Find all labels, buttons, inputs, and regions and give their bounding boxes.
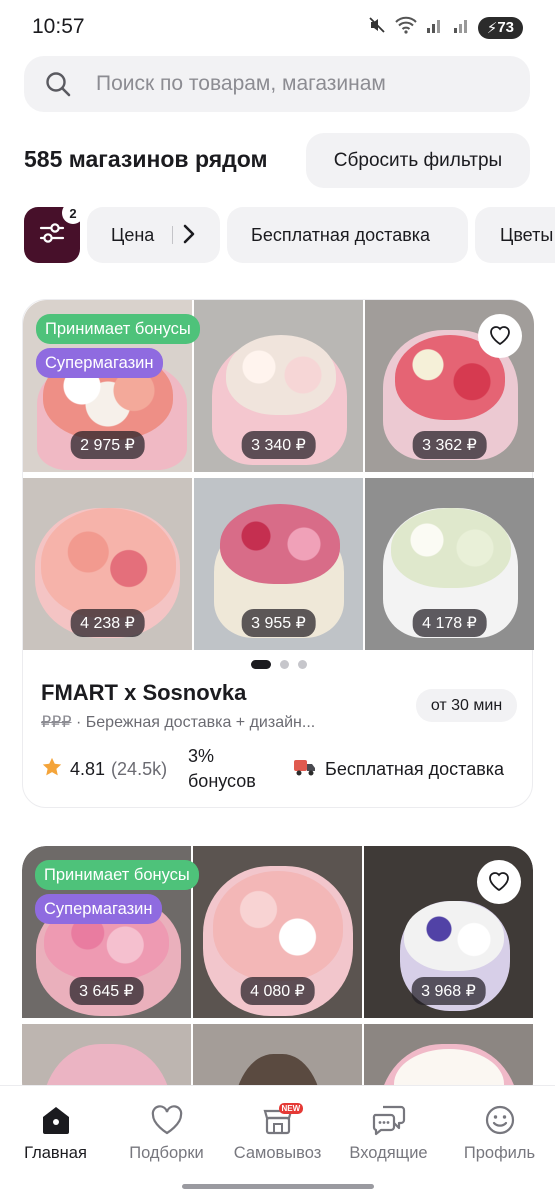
status-icons: ⚡ 73 bbox=[368, 16, 523, 39]
heart-icon bbox=[488, 324, 512, 349]
chat-bubbles-icon bbox=[371, 1102, 407, 1138]
heart-icon bbox=[150, 1102, 184, 1138]
signal-icon-2 bbox=[453, 16, 469, 39]
divider bbox=[172, 226, 173, 244]
home-indicator bbox=[182, 1184, 374, 1189]
product-tile[interactable]: 3 340 ₽ bbox=[194, 300, 363, 472]
delivery-truck-icon bbox=[293, 756, 317, 783]
new-badge: NEW bbox=[278, 1103, 304, 1114]
price-level: ₽₽₽ bbox=[41, 714, 72, 731]
product-tile[interactable]: 3 955 ₽ bbox=[194, 478, 363, 650]
rating-count: (24.5k) bbox=[111, 759, 168, 779]
reset-filters-button[interactable]: Сбросить фильтры bbox=[306, 133, 530, 188]
product-gallery[interactable]: 2 975 ₽ 3 340 ₽ 3 362 ₽ 4 238 ₽ 3 955 ₽ … bbox=[23, 300, 534, 652]
favorite-button[interactable] bbox=[477, 860, 521, 904]
delivery-eta-badge: от 30 мин bbox=[416, 689, 517, 722]
wifi-icon bbox=[395, 16, 417, 39]
active-filters-count: 2 bbox=[62, 206, 84, 224]
product-price: 3 645 ₽ bbox=[69, 977, 144, 1005]
nav-item-collections[interactable]: Подборки bbox=[111, 1102, 222, 1163]
free-delivery-info: Бесплатная доставка bbox=[293, 756, 504, 783]
product-tile[interactable]: 4 080 ₽ bbox=[193, 846, 362, 1018]
supermarket-badge: Супермагазин bbox=[35, 894, 162, 924]
product-price: 3 340 ₽ bbox=[241, 431, 316, 459]
filter-chip-price[interactable]: Цена bbox=[87, 207, 220, 263]
product-price: 3 362 ₽ bbox=[412, 431, 487, 459]
store-card[interactable]: 2 975 ₽ 3 340 ₽ 3 362 ₽ 4 238 ₽ 3 955 ₽ … bbox=[22, 299, 534, 808]
bonus-percent-label: бонусов bbox=[188, 771, 256, 791]
pagination-dot bbox=[297, 660, 307, 669]
bonus-percent-value: 3% bbox=[188, 746, 215, 766]
status-bar: 10:57 ⚡ 73 bbox=[0, 0, 555, 56]
sliders-icon bbox=[38, 219, 66, 252]
pagination-dot bbox=[279, 660, 289, 669]
signal-icon bbox=[426, 16, 444, 39]
profile-icon bbox=[483, 1102, 517, 1138]
store-tagline: · Бережная доставка + дизайн... bbox=[71, 714, 316, 731]
nav-item-inbox[interactable]: Входящие bbox=[333, 1102, 444, 1163]
product-gallery[interactable]: 3 645 ₽ 4 080 ₽ 3 968 ₽ Принимает бонусы… bbox=[22, 846, 533, 1106]
product-price: 3 955 ₽ bbox=[241, 609, 316, 637]
store-description: ₽₽₽ · Бережная доставка + дизайн... bbox=[41, 712, 315, 732]
accepts-bonuses-badge: Принимает бонусы bbox=[35, 860, 199, 890]
search-bar[interactable] bbox=[24, 56, 530, 112]
product-price: 4 178 ₽ bbox=[412, 609, 487, 637]
nav-label: Самовывоз bbox=[233, 1144, 322, 1162]
battery-indicator: ⚡ 73 bbox=[477, 16, 523, 39]
product-tile[interactable]: 4 178 ₽ bbox=[365, 478, 534, 650]
store-name: FMART x Sosnovka bbox=[41, 680, 247, 705]
nav-item-home[interactable]: Главная bbox=[0, 1102, 111, 1163]
store-rating: 4.81 (24.5k) bbox=[41, 756, 167, 783]
nav-label: Профиль bbox=[463, 1144, 536, 1162]
stores-nearby-title: 585 магазинов рядом bbox=[24, 146, 268, 172]
gallery-pagination bbox=[23, 660, 534, 669]
favorite-button[interactable] bbox=[478, 314, 522, 358]
bottom-navigation: Главная Подборки NEW Самовывоз Входящие … bbox=[0, 1085, 555, 1200]
heart-icon bbox=[487, 870, 511, 895]
product-tile[interactable]: 4 238 ₽ bbox=[23, 478, 192, 650]
home-icon bbox=[39, 1102, 73, 1138]
filter-row: 2 Цена Бесплатная доставка Цветы bbox=[24, 206, 555, 264]
product-price: 3 968 ₽ bbox=[411, 977, 486, 1005]
search-input[interactable] bbox=[96, 72, 496, 96]
nav-label: Входящие bbox=[349, 1144, 428, 1162]
chip-label: Цветы bbox=[500, 224, 554, 245]
product-price: 2 975 ₽ bbox=[70, 431, 145, 459]
nav-label: Главная bbox=[24, 1144, 87, 1162]
bonus-percent: 3% бонусов bbox=[188, 744, 278, 794]
filter-chip-flowers[interactable]: Цветы bbox=[475, 207, 555, 263]
status-time: 10:57 bbox=[32, 15, 85, 38]
store-pickup-icon: NEW bbox=[261, 1102, 304, 1138]
accepts-bonuses-badge: Принимает бонусы bbox=[36, 314, 200, 344]
pagination-dot-active bbox=[250, 660, 271, 669]
store-card[interactable]: 3 645 ₽ 4 080 ₽ 3 968 ₽ Принимает бонусы… bbox=[22, 846, 533, 1106]
filter-chip-free-delivery[interactable]: Бесплатная доставка bbox=[227, 207, 468, 263]
free-delivery-label: Бесплатная доставка bbox=[325, 759, 505, 779]
nav-item-pickup[interactable]: NEW Самовывоз bbox=[222, 1102, 333, 1163]
chip-label: Цена bbox=[111, 224, 155, 245]
search-icon bbox=[44, 70, 72, 98]
star-icon bbox=[41, 756, 63, 783]
nav-label: Подборки bbox=[129, 1144, 204, 1162]
product-price: 4 238 ₽ bbox=[70, 609, 145, 637]
mute-icon bbox=[368, 16, 386, 39]
nav-item-profile[interactable]: Профиль bbox=[444, 1102, 555, 1163]
chip-label: Бесплатная доставка bbox=[251, 224, 431, 245]
rating-value: 4.81 bbox=[70, 759, 106, 779]
supermarket-badge: Супермагазин bbox=[36, 348, 163, 378]
chevron-right-icon bbox=[182, 223, 196, 250]
product-price: 4 080 ₽ bbox=[240, 977, 315, 1005]
battery-level: 73 bbox=[497, 19, 514, 36]
